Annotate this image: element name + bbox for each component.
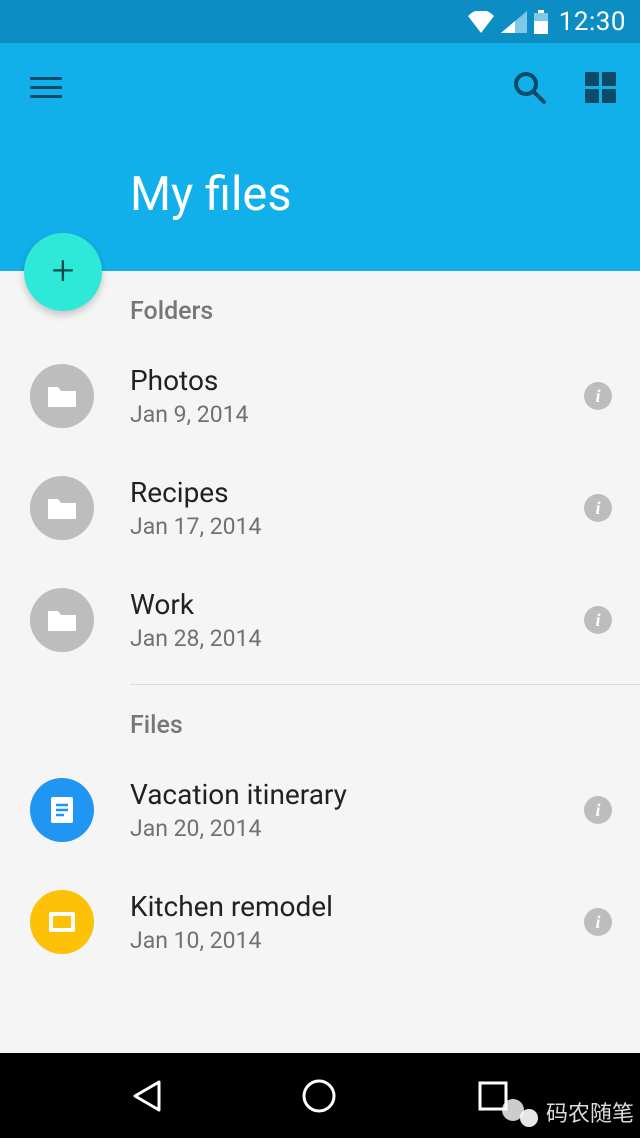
file-item[interactable]: Vacation itinerary Jan 20, 2014 i xyxy=(0,754,640,866)
menu-icon[interactable] xyxy=(30,77,62,98)
battery-icon xyxy=(533,10,549,34)
item-title: Kitchen remodel xyxy=(130,890,584,923)
add-fab[interactable]: + xyxy=(24,233,102,311)
folder-item[interactable]: Photos Jan 9, 2014 i xyxy=(0,340,640,452)
info-icon[interactable]: i xyxy=(584,606,612,634)
page-title: My files xyxy=(0,167,640,222)
signal-icon xyxy=(501,11,527,33)
status-time: 12:30 xyxy=(559,7,626,37)
item-date: Jan 28, 2014 xyxy=(130,625,584,652)
item-title: Vacation itinerary xyxy=(130,778,584,811)
item-date: Jan 17, 2014 xyxy=(130,513,584,540)
watermark: 码农随笔 xyxy=(502,1096,634,1128)
item-date: Jan 10, 2014 xyxy=(130,927,584,954)
watermark-text: 码农随笔 xyxy=(546,1096,634,1128)
wifi-icon xyxy=(467,11,495,33)
status-bar: 12:30 xyxy=(0,0,640,43)
files-header: Files xyxy=(0,685,640,754)
folder-item[interactable]: Work Jan 28, 2014 i xyxy=(0,564,640,676)
folder-icon xyxy=(30,364,94,428)
item-date: Jan 20, 2014 xyxy=(130,815,584,842)
slides-icon xyxy=(30,890,94,954)
info-icon[interactable]: i xyxy=(584,796,612,824)
file-item[interactable]: Kitchen remodel Jan 10, 2014 i xyxy=(0,866,640,978)
wechat-icon xyxy=(502,1097,540,1127)
document-icon xyxy=(30,778,94,842)
search-icon[interactable] xyxy=(511,69,547,105)
grid-view-icon[interactable] xyxy=(585,72,616,103)
info-icon[interactable]: i xyxy=(584,494,612,522)
folder-item[interactable]: Recipes Jan 17, 2014 i xyxy=(0,452,640,564)
item-date: Jan 9, 2014 xyxy=(130,401,584,428)
home-button[interactable] xyxy=(300,1077,338,1115)
item-title: Recipes xyxy=(130,476,584,509)
info-icon[interactable]: i xyxy=(584,382,612,410)
content-area: Folders Photos Jan 9, 2014 i Recipes Jan… xyxy=(0,271,640,1053)
app-bar: My files xyxy=(0,43,640,271)
back-button[interactable] xyxy=(129,1078,163,1114)
plus-icon: + xyxy=(52,251,75,291)
info-icon[interactable]: i xyxy=(584,908,612,936)
folder-icon xyxy=(30,588,94,652)
folder-icon xyxy=(30,476,94,540)
item-title: Photos xyxy=(130,364,584,397)
item-title: Work xyxy=(130,588,584,621)
